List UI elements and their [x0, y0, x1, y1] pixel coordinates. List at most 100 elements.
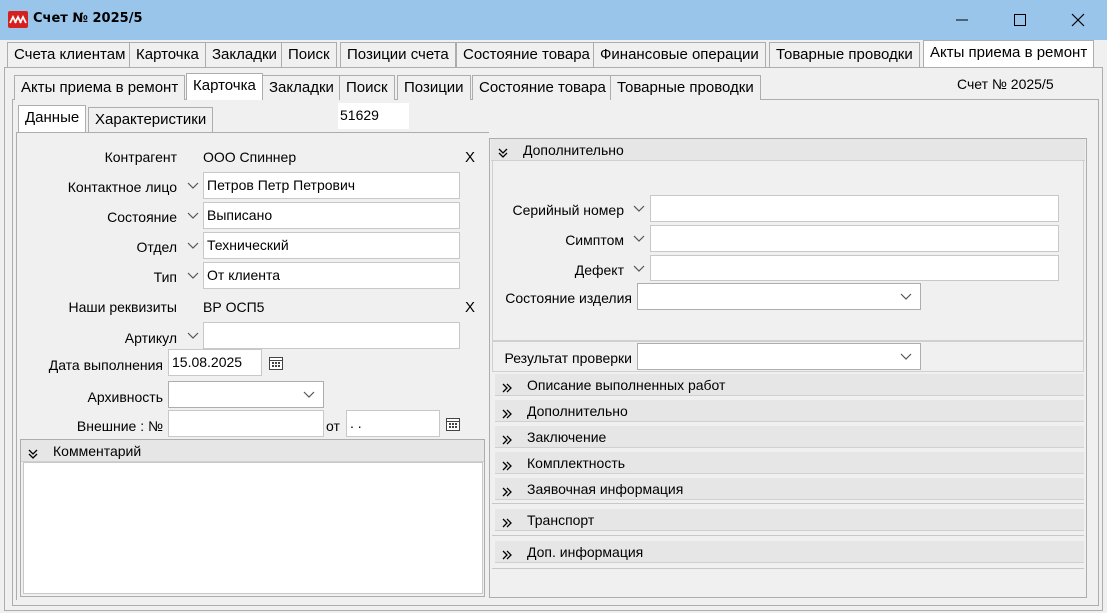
minimize-button[interactable] — [933, 0, 991, 40]
defect-field[interactable] — [650, 255, 1059, 281]
chevron-down-icon — [897, 288, 915, 306]
symptom-label: Симптом — [565, 232, 624, 248]
archive-select[interactable] — [168, 381, 324, 408]
window-title: Счет № 2025/5 — [33, 11, 143, 26]
tab-kartochka[interactable]: Карточка — [129, 42, 206, 67]
expand-icon — [501, 378, 513, 400]
section-label: Заявочная информация — [527, 481, 684, 497]
condition-label: Состояние изделия — [505, 290, 632, 306]
kontragent-clear-button[interactable]: X — [465, 149, 475, 166]
state-field[interactable]: Выписано — [203, 202, 460, 229]
calendar-icon-2[interactable] — [445, 416, 461, 432]
expand-icon — [501, 545, 513, 567]
record-id: 51629 — [338, 103, 409, 129]
serial-dropdown-icon[interactable] — [630, 200, 648, 218]
comment-header-label: Комментарий — [53, 443, 142, 459]
type-dropdown-icon[interactable] — [184, 267, 202, 285]
contact-field[interactable]: Петров Петр Петрович — [203, 172, 460, 199]
contact-dropdown-icon[interactable] — [184, 177, 202, 195]
comment-header[interactable]: Комментарий — [21, 440, 484, 462]
tab-pozicii-scheta[interactable]: Позиции счета — [340, 42, 456, 67]
section-label: Комплектность — [527, 455, 626, 471]
section-komplektnost[interactable]: Комплектность — [495, 452, 1084, 474]
tab-akty-priema[interactable]: Акты приема в ремонт — [923, 40, 1095, 67]
external-number-field[interactable] — [168, 410, 324, 437]
symptom-dropdown-icon[interactable] — [630, 230, 648, 248]
section-label: Описание выполненных работ — [527, 377, 726, 393]
article-dropdown-icon[interactable] — [184, 327, 202, 345]
divider — [492, 568, 1084, 569]
app-logo-icon — [8, 11, 28, 28]
date-field[interactable]: 15.08.2025 — [168, 349, 262, 376]
tab2-kartochka[interactable]: Карточка — [186, 73, 263, 100]
close-button[interactable] — [1049, 0, 1107, 40]
tab-poisk[interactable]: Поиск — [281, 42, 337, 67]
section-zaklyuchenie[interactable]: Заключение — [495, 426, 1084, 448]
state-label: Состояние — [107, 209, 177, 225]
dept-label: Отдел — [136, 239, 178, 255]
article-field[interactable] — [203, 322, 460, 349]
requisites-clear-button[interactable]: X — [465, 299, 475, 316]
expand-icon — [501, 430, 513, 452]
chevron-down-icon — [897, 348, 915, 366]
section-transport[interactable]: Транспорт — [495, 509, 1084, 531]
close-icon — [1071, 13, 1085, 27]
maximize-icon — [1014, 14, 1026, 26]
expand-icon — [501, 456, 513, 478]
serial-field[interactable] — [650, 195, 1059, 222]
expand-icon — [501, 404, 513, 426]
section-zayavochnaya[interactable]: Заявочная информация — [495, 478, 1084, 500]
additional-header[interactable]: Дополнительно — [491, 139, 1085, 161]
kontragent-value: ООО Спиннер — [203, 149, 297, 165]
dept-field[interactable]: Технический — [203, 232, 460, 259]
dept-dropdown-icon[interactable] — [184, 237, 202, 255]
tab-sostoyanie-tovara[interactable]: Состояние товара — [456, 42, 597, 67]
section-label: Заключение — [527, 429, 607, 445]
tab2-poisk[interactable]: Поиск — [339, 75, 395, 100]
requisites-label: Наши реквизиты — [68, 299, 177, 315]
tab2-sostoyanie-tovara[interactable]: Состояние товара — [472, 75, 613, 100]
section-dop-informaciya[interactable]: Доп. информация — [495, 541, 1084, 563]
tab-zakladki[interactable]: Закладки — [205, 42, 284, 67]
section-dopolnitelno[interactable]: Дополнительно — [495, 400, 1084, 422]
defect-dropdown-icon[interactable] — [630, 260, 648, 278]
comment-textarea[interactable] — [23, 462, 483, 594]
check-result-label: Результат проверки — [504, 350, 632, 366]
expand-icon — [501, 513, 513, 535]
tab2-zakladki[interactable]: Закладки — [262, 75, 341, 100]
tab-schet-klientam[interactable]: Счета клиентам — [7, 42, 133, 67]
tab2-pozicii[interactable]: Позиции — [397, 75, 471, 100]
symptom-field[interactable] — [650, 225, 1059, 252]
section-opisanie[interactable]: Описание выполненных работ — [495, 374, 1084, 396]
archive-label: Архивность — [87, 389, 163, 405]
state-dropdown-icon[interactable] — [184, 207, 202, 225]
tab3-dannye[interactable]: Данные — [18, 105, 87, 132]
tab-finansovye-operacii[interactable]: Финансовые операции — [593, 42, 766, 67]
tab2-akty-priema[interactable]: Акты приема в ремонт — [14, 75, 186, 100]
doc-caption: Счет № 2025/5 — [957, 76, 1054, 92]
type-label: Тип — [153, 269, 177, 285]
external-date-field[interactable]: . . — [346, 410, 440, 437]
condition-select[interactable] — [637, 283, 921, 310]
defect-label: Дефект — [574, 262, 624, 278]
section-label: Доп. информация — [527, 544, 644, 560]
section-label: Транспорт — [527, 512, 595, 528]
from-label: от — [326, 418, 340, 434]
check-result-select[interactable] — [637, 343, 921, 370]
external-label: Внешние : № — [76, 418, 163, 434]
divider — [492, 535, 1084, 536]
type-field[interactable]: От клиента — [203, 262, 460, 289]
tab2-tovarnye-provodki[interactable]: Товарные проводки — [610, 75, 761, 100]
requisites-value: ВР ОСП5 — [203, 299, 265, 315]
maximize-button[interactable] — [991, 0, 1049, 40]
serial-label: Серийный номер — [512, 202, 624, 218]
tab-tovarnye-provodki[interactable]: Товарные проводки — [769, 42, 920, 67]
calendar-icon[interactable] — [268, 355, 284, 371]
article-label: Артикул — [124, 330, 177, 346]
contact-label: Контактное лицо — [67, 179, 177, 195]
additional-header-label: Дополнительно — [523, 142, 624, 158]
tab3-harakteristiki[interactable]: Характеристики — [88, 107, 214, 132]
minimize-icon — [956, 19, 968, 21]
date-label: Дата выполнения — [48, 357, 163, 373]
divider — [492, 503, 1084, 504]
